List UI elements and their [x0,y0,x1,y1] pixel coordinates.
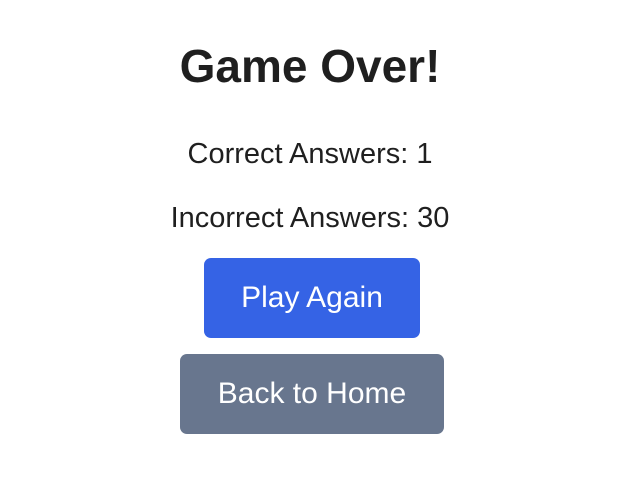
game-over-screen: Game Over! Correct Answers: 1 Incorrect … [0,0,620,502]
correct-answers-label: Correct Answers: [187,138,409,170]
correct-answers-value: 1 [416,138,433,170]
page-title: Game Over! [179,40,441,92]
correct-answers-stat: Correct Answers: 1 [0,136,620,172]
play-again-button[interactable]: Play Again [204,258,420,338]
incorrect-answers-label: Incorrect Answers: [170,202,410,234]
incorrect-answers-value: 30 [417,202,450,234]
incorrect-answers-stat: Incorrect Answers: 30 [0,200,620,236]
back-to-home-button[interactable]: Back to Home [180,354,444,434]
